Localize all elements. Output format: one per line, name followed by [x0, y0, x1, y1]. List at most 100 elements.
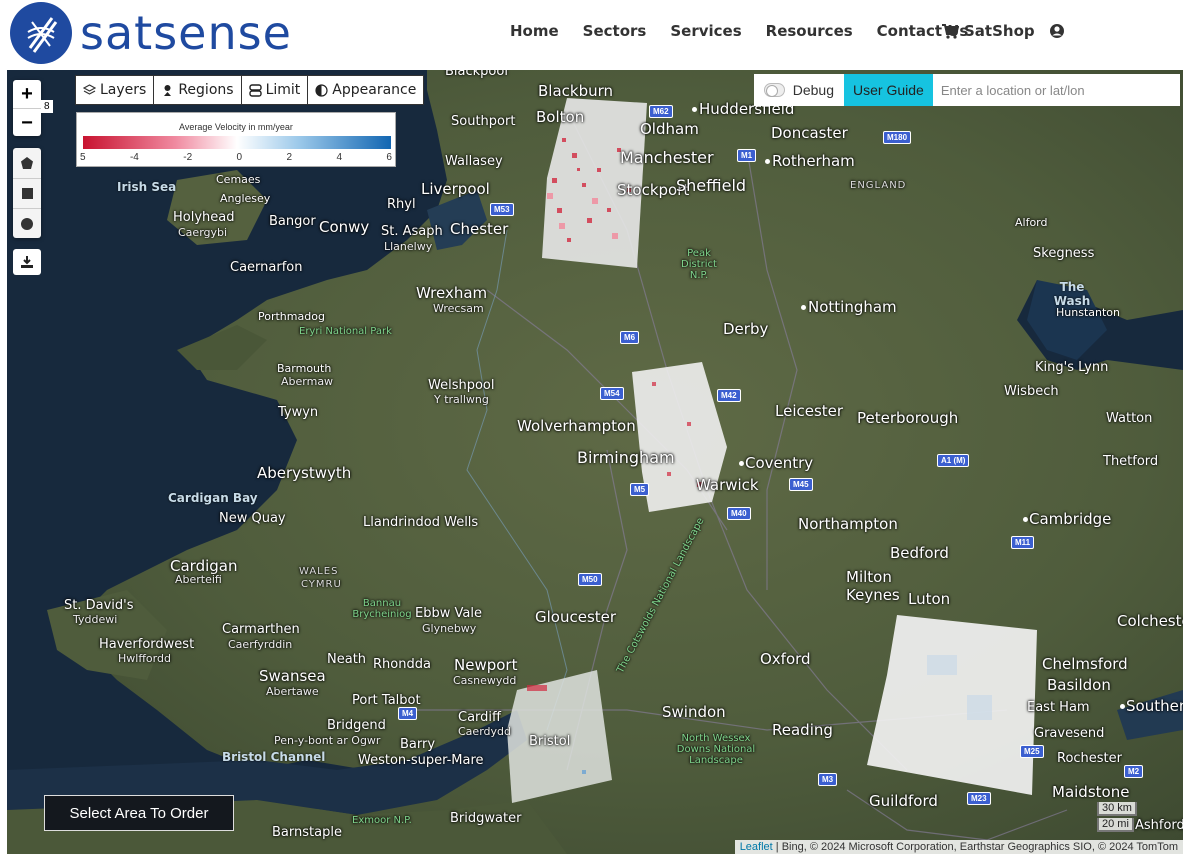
user-guide-button[interactable]: User Guide — [844, 74, 933, 106]
label-rotherham: Rotherham — [772, 152, 855, 170]
map-toolbar-right: Debug User Guide — [754, 74, 1180, 106]
label-barry: Barry — [400, 737, 436, 752]
label-sheffield: Sheffield — [676, 176, 747, 195]
motorway-m5: M5 — [630, 483, 650, 496]
label-oldham: Oldham — [640, 120, 699, 138]
motorway-m25: M25 — [1020, 745, 1044, 758]
label-neath: Neath — [327, 652, 367, 667]
label-rochester: Rochester — [1057, 751, 1122, 766]
label-bridgend: Bridgend — [327, 718, 386, 733]
label-caerdydd: Caerdydd — [458, 725, 511, 738]
contrast-icon — [315, 83, 328, 97]
label-tywyn: Tywyn — [278, 405, 319, 420]
layers-icon — [83, 84, 96, 95]
label-ebbw-vale: Ebbw Vale — [415, 606, 482, 621]
tab-layers-label: Layers — [100, 82, 147, 98]
user-account-icon[interactable] — [1049, 23, 1065, 44]
motorway-m53: M53 — [490, 203, 514, 216]
draw-rectangle-button[interactable] — [13, 178, 41, 208]
tab-regions-label: Regions — [178, 82, 234, 98]
label-luton: Luton — [908, 590, 951, 608]
debug-toggle-group: Debug — [754, 74, 844, 106]
label-manchester: Manchester — [620, 148, 714, 167]
label-bolton: Bolton — [536, 108, 585, 126]
tab-layers[interactable]: Layers — [75, 75, 155, 105]
label-cardiff: Cardiff — [458, 710, 501, 725]
label-barmouth: Barmouth — [277, 362, 332, 375]
location-search-input[interactable] — [932, 74, 1180, 106]
motorway-m23: M23 — [967, 792, 991, 805]
download-button[interactable] — [13, 249, 41, 275]
label-wales: WALES — [299, 566, 339, 577]
select-area-to-order-button[interactable]: Select Area To Order — [44, 795, 234, 831]
nav-services[interactable]: Services — [670, 22, 741, 40]
motorway-m45: M45 — [789, 478, 813, 491]
label-gloucester: Gloucester — [535, 608, 617, 626]
label-barnstaple: Barnstaple — [272, 825, 342, 840]
tab-appearance[interactable]: Appearance — [308, 75, 425, 105]
motorway-m62: M62 — [649, 105, 673, 118]
label-alford: Alford — [1015, 216, 1048, 229]
legend-tick: 4 — [336, 152, 343, 163]
motorway-m54: M54 — [600, 387, 624, 400]
tab-limit[interactable]: Limit — [241, 75, 309, 105]
nav-sectors[interactable]: Sectors — [583, 22, 647, 40]
label-st-davids: St. David's — [64, 598, 134, 613]
label-skegness: Skegness — [1033, 246, 1095, 261]
label-blackburn: Blackburn — [538, 82, 614, 100]
zoom-in-button[interactable]: + — [13, 80, 41, 108]
label-ashford: Ashford — [1135, 818, 1183, 833]
label-carmarthen: Carmarthen — [222, 622, 300, 637]
nav-home[interactable]: Home — [510, 22, 559, 40]
label-glynebwy: Glynebwy — [422, 622, 477, 635]
label-cemaes: Cemaes — [216, 173, 261, 186]
label-bridgwater: Bridgwater — [450, 811, 522, 826]
legend-ticks: 5 -4 -2 0 2 4 6 — [80, 152, 392, 163]
zoom-out-button[interactable]: − — [13, 108, 41, 136]
motorway-m11: M11 — [1011, 536, 1035, 549]
label-england: ENGLAND — [850, 180, 907, 191]
tab-limit-label: Limit — [265, 82, 301, 98]
cart-icon — [942, 23, 959, 39]
draw-polygon-button[interactable] — [13, 148, 41, 178]
site-header: satsense Home Sectors Services Resources… — [0, 0, 1187, 70]
label-blackpool: Blackpool — [445, 70, 508, 79]
label-pen-y-bont: Pen-y-bont ar Ogwr — [274, 734, 381, 747]
legend-tick: 5 — [80, 152, 86, 163]
label-coventry: Coventry — [745, 454, 814, 472]
legend-tick: 2 — [286, 152, 293, 163]
main-nav: Home Sectors Services Resources Contact … — [486, 22, 968, 40]
label-newport: Newport — [454, 656, 518, 674]
satsense-logo[interactable]: satsense — [10, 2, 292, 64]
motorway-m6: M6 — [620, 331, 640, 344]
label-wrexham: Wrexham — [416, 284, 488, 302]
label-tyddewi: Tyddewi — [73, 613, 118, 626]
label-bristol: Bristol — [529, 734, 571, 749]
label-warwick: Warwick — [696, 476, 759, 494]
label-rhyl: Rhyl — [387, 197, 416, 212]
nav-resources[interactable]: Resources — [766, 22, 853, 40]
draw-circle-button[interactable] — [13, 208, 41, 238]
tab-regions[interactable]: Regions — [154, 75, 242, 105]
limit-icon — [248, 83, 262, 97]
legend-tick: 6 — [386, 152, 392, 163]
label-northampton: Northampton — [798, 515, 898, 533]
label-peterborough: Peterborough — [857, 409, 959, 427]
label-north-wessex: North Wessex Downs National Landscape — [676, 733, 756, 766]
label-port-talbot: Port Talbot — [352, 693, 421, 708]
label-bedford: Bedford — [890, 544, 949, 562]
debug-label: Debug — [792, 82, 834, 98]
label-nottingham: Nottingham — [808, 298, 897, 316]
debug-toggle[interactable] — [764, 83, 785, 97]
legend-tick: -4 — [129, 152, 139, 163]
motorway-m180: M180 — [883, 131, 912, 144]
scale-mi: 20 mi — [1097, 818, 1134, 832]
nav-satshop[interactable]: SatShop — [942, 22, 1035, 40]
label-st-asaph: St. Asaph — [381, 224, 443, 239]
leaflet-link[interactable]: Leaflet — [740, 841, 773, 853]
map-canvas[interactable]: Blackpool Blackburn Bolton Oldham Hudder… — [7, 70, 1183, 854]
label-peak-district: Peak District N.P. — [681, 248, 717, 281]
label-holyhead: Holyhead — [173, 210, 235, 225]
label-birmingham: Birmingham — [577, 448, 675, 467]
brand-name: satsense — [80, 6, 292, 60]
